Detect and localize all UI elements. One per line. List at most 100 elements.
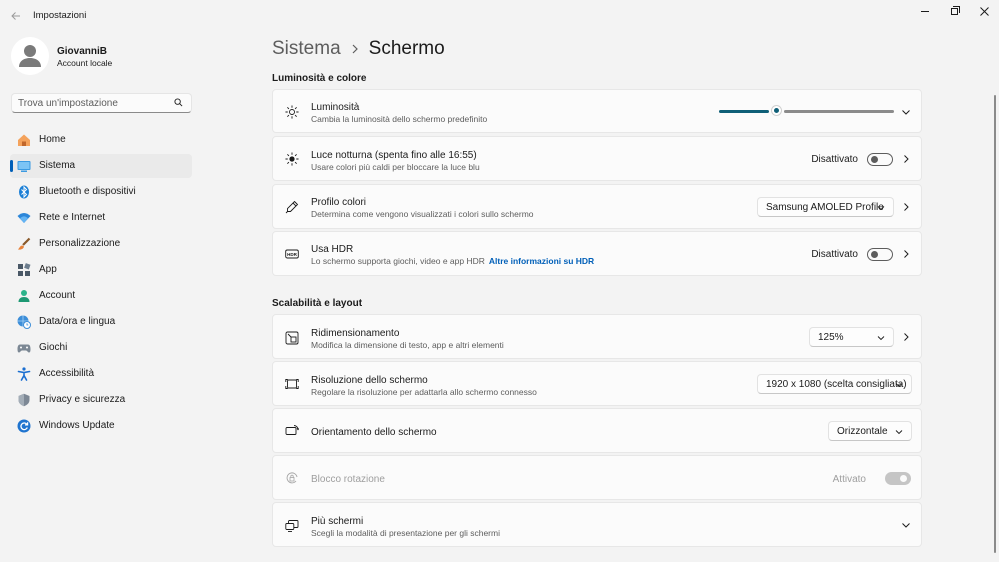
resolution-dropdown[interactable]: 1920 x 1080 (scelta consigliata)	[757, 374, 912, 394]
avatar[interactable]	[11, 37, 49, 75]
scale-desc: Modifica la dimensione di testo, app e a…	[311, 340, 504, 350]
bluetooth-icon	[17, 185, 31, 199]
sidebar-item-label: Account	[39, 290, 76, 301]
color-profile-card[interactable]: Profilo colori Determina come vengono vi…	[272, 184, 922, 229]
restore-button[interactable]	[943, 4, 965, 18]
chevron-right-icon[interactable]	[901, 332, 911, 342]
brightness-title: Luminosità	[311, 102, 360, 113]
toggle-knob	[871, 156, 878, 163]
globe-clock-icon	[17, 315, 31, 329]
orientation-dropdown[interactable]: Orizzontale	[828, 421, 912, 441]
color-profile-dropdown[interactable]: Samsung AMOLED Profile	[757, 197, 894, 217]
rotation-lock-state: Attivato	[832, 474, 866, 485]
sidebar-item-label: App	[39, 264, 57, 275]
color-profile-title: Profilo colori	[311, 197, 367, 208]
app-title: Impostazioni	[33, 10, 87, 21]
section-title-scale-layout: Scalabilità e layout	[272, 298, 363, 309]
orientation-icon	[284, 423, 300, 439]
hdr-card[interactable]: HDR Usa HDR Lo schermo supporta giochi, …	[272, 231, 922, 276]
sidebar-item-label: Sistema	[39, 160, 76, 171]
chevron-down-icon	[877, 206, 885, 211]
search-icon[interactable]	[174, 98, 183, 107]
sidebar-item-label: Privacy e sicurezza	[39, 394, 126, 405]
chevron-down-icon[interactable]	[901, 107, 911, 117]
restore-icon	[950, 5, 960, 15]
multiple-displays-card[interactable]: Più schermi Scegli la modalità di presen…	[272, 502, 922, 547]
sidebar-item-personalization[interactable]: Personalizzazione	[10, 232, 192, 256]
hdr-state: Disattivato	[811, 249, 858, 260]
section-title-brightness-color: Luminosità e colore	[272, 73, 367, 84]
user-name: GiovanniB	[57, 46, 108, 57]
sidebar-item-label: Personalizzazione	[39, 238, 121, 249]
brightness-slider-track	[784, 110, 894, 113]
multiple-displays-desc: Scegli la modalità di presentazione per …	[311, 528, 500, 538]
arrow-left-icon	[11, 12, 20, 20]
night-light-desc: Usare colori più caldi per bloccare la l…	[311, 162, 480, 172]
rotation-lock-title: Blocco rotazione	[311, 474, 385, 485]
breadcrumb: Sistema Schermo	[272, 37, 445, 61]
close-button[interactable]	[973, 4, 995, 18]
user-avatar-icon	[11, 37, 49, 75]
back-button[interactable]	[8, 8, 24, 24]
sidebar-item-system[interactable]: Sistema	[10, 154, 192, 178]
sidebar-item-label: Bluetooth e dispositivi	[39, 186, 136, 197]
night-light-card[interactable]: Luce notturna (spenta fino alle 16:55) U…	[272, 136, 922, 181]
toggle-knob	[871, 251, 878, 258]
night-light-title: Luce notturna (spenta fino alle 16:55)	[311, 150, 477, 161]
page-title: Schermo	[368, 38, 445, 59]
night-light-toggle[interactable]	[867, 153, 893, 166]
hdr-toggle[interactable]	[867, 248, 893, 261]
resolution-card[interactable]: Risoluzione dello schermo Regolare la ri…	[272, 361, 922, 406]
account-type: Account locale	[57, 58, 113, 68]
sidebar-item-privacy[interactable]: Privacy e sicurezza	[10, 388, 192, 412]
scale-card[interactable]: Ridimensionamento Modifica la dimensione…	[272, 314, 922, 359]
sidebar-item-home[interactable]: Home	[10, 128, 192, 152]
sidebar-item-label: Accessibilità	[39, 368, 95, 379]
minimize-button[interactable]	[914, 4, 936, 18]
chevron-right-icon[interactable]	[901, 154, 911, 164]
close-icon	[979, 6, 989, 16]
night-light-state: Disattivato	[811, 154, 858, 165]
chevron-right-icon[interactable]	[901, 249, 911, 259]
sidebar-item-network[interactable]: Rete e Internet	[10, 206, 192, 230]
search-input[interactable]	[12, 94, 162, 112]
brightness-card[interactable]: Luminosità Cambia la luminosità dello sc…	[272, 89, 922, 133]
accessibility-icon	[17, 367, 31, 381]
hdr-learn-more-link[interactable]: Altre informazioni su HDR	[489, 256, 594, 266]
sidebar-item-bluetooth[interactable]: Bluetooth e dispositivi	[10, 180, 192, 204]
search-box[interactable]	[11, 93, 192, 113]
brightness-slider-thumb[interactable]	[772, 106, 781, 115]
scale-dropdown[interactable]: 125%	[809, 327, 894, 347]
orientation-card[interactable]: Orientamento dello schermo Orizzontale	[272, 408, 922, 453]
color-profile-desc: Determina come vengono visualizzati i co…	[311, 209, 534, 219]
pen-icon	[284, 199, 300, 215]
sidebar-item-apps[interactable]: App	[10, 258, 192, 282]
chevron-down-icon	[895, 430, 903, 435]
sidebar-item-label: Windows Update	[39, 420, 115, 431]
sidebar-item-label: Home	[39, 134, 66, 145]
resolution-title: Risoluzione dello schermo	[311, 375, 428, 386]
sidebar-item-accessibility[interactable]: Accessibilità	[10, 362, 192, 386]
night-light-icon	[284, 151, 300, 167]
scrollbar[interactable]	[994, 95, 996, 553]
system-icon	[17, 159, 31, 173]
chevron-down-icon[interactable]	[901, 520, 911, 530]
multiple-displays-icon	[284, 518, 300, 534]
sidebar-item-label: Data/ora e lingua	[39, 316, 116, 327]
chevron-right-icon[interactable]	[901, 202, 911, 212]
sidebar-item-time-language[interactable]: Data/ora e lingua	[10, 310, 192, 334]
sidebar-item-account[interactable]: Account	[10, 284, 192, 308]
sidebar-item-gaming[interactable]: Giochi	[10, 336, 192, 360]
resolution-selected: 1920 x 1080 (scelta consigliata)	[766, 378, 907, 390]
minimize-icon	[921, 10, 929, 12]
home-icon	[17, 133, 31, 147]
sidebar-item-windows-update[interactable]: Windows Update	[10, 414, 192, 438]
sidebar-nav: Home Sistema Bluetooth e dispositivi Ret…	[10, 128, 192, 440]
scale-selected: 125%	[818, 331, 844, 343]
chevron-down-icon	[895, 383, 903, 388]
sidebar-item-label: Rete e Internet	[39, 212, 106, 223]
breadcrumb-parent[interactable]: Sistema	[272, 38, 341, 60]
hdr-icon: HDR	[284, 246, 300, 262]
brightness-slider[interactable]	[719, 105, 894, 117]
wifi-icon	[17, 211, 31, 225]
